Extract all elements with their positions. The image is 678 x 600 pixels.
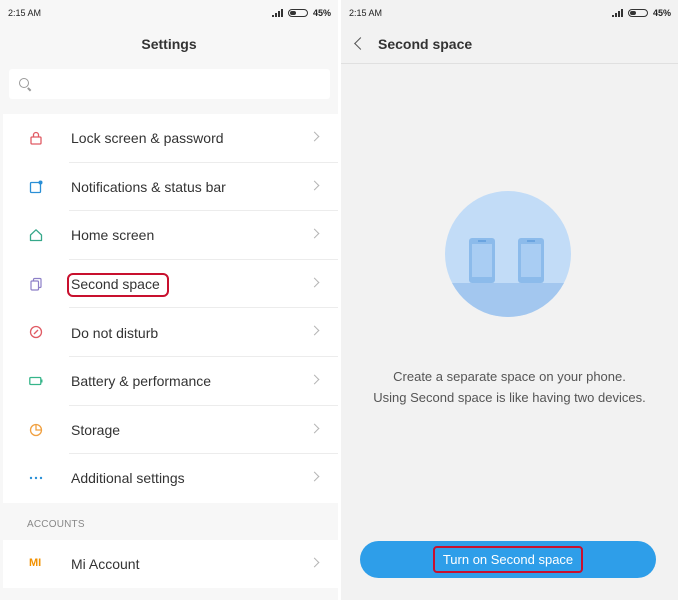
settings-item-label: Battery & performance: [71, 373, 212, 390]
description-line: Using Second space is like having two de…: [373, 390, 646, 405]
battery-icon: [29, 376, 43, 386]
second-space-icon: [30, 277, 42, 291]
turn-on-second-space-button[interactable]: Turn on Second space: [360, 541, 656, 578]
page-title: Second space: [378, 36, 473, 52]
description-line: Create a separate space on your phone.: [393, 369, 626, 384]
phone-icon: [518, 238, 544, 283]
phone-icon: [469, 238, 495, 283]
status-time: 2:15 AM: [8, 8, 42, 18]
more-icon: [29, 476, 43, 480]
settings-item-label: Home screen: [71, 227, 155, 244]
button-label: Turn on Second space: [432, 546, 584, 573]
chevron-right-icon: [309, 374, 320, 385]
settings-item-label: Second space: [71, 276, 160, 293]
settings-item-label: Additional settings: [71, 470, 185, 487]
description: Create a separate space on your phone. U…: [341, 366, 678, 408]
section-header-accounts: ACCOUNTS: [27, 519, 85, 530]
lock-icon: [30, 131, 42, 145]
settings-item-additional[interactable]: Additional settings: [3, 454, 338, 503]
mi-logo-icon: MI: [29, 557, 42, 569]
settings-item-lock-screen[interactable]: Lock screen & password: [3, 114, 338, 163]
storage-icon: [29, 423, 43, 436]
settings-item-label: Storage: [71, 421, 121, 438]
settings-item-mi-account[interactable]: MI Mi Account: [3, 540, 338, 588]
chevron-right-icon: [309, 325, 320, 336]
signal-icon: [271, 9, 283, 17]
battery-percentage: 45%: [312, 8, 331, 18]
chevron-right-icon: [309, 423, 320, 434]
settings-item-label: Notifications & status bar: [71, 178, 226, 195]
page-title: Settings: [141, 36, 197, 52]
chevron-right-icon: [309, 180, 320, 191]
settings-screen: 2:15 AM 45% Settings Lock screen & passw…: [0, 0, 338, 600]
battery-percentage: 45%: [652, 8, 671, 18]
settings-item-do-not-disturb[interactable]: Do not disturb: [3, 308, 338, 357]
notification-icon: [29, 180, 43, 193]
chevron-right-icon: [309, 277, 320, 288]
settings-item-notifications[interactable]: Notifications & status bar: [3, 163, 338, 212]
settings-item-battery[interactable]: Battery & performance: [3, 357, 338, 406]
battery-status-icon: [627, 9, 648, 17]
chevron-right-icon: [309, 228, 320, 239]
status-time: 2:15 AM: [349, 8, 383, 18]
settings-item-home-screen[interactable]: Home screen: [3, 211, 338, 260]
settings-item-label: Do not disturb: [71, 324, 159, 341]
chevron-right-icon: [309, 131, 320, 142]
status-bar: 2:15 AM 45%: [0, 0, 338, 26]
chevron-right-icon: [309, 471, 320, 482]
search-icon: [19, 78, 29, 88]
status-bar: 2:15 AM 45%: [341, 0, 678, 26]
settings-item-storage[interactable]: Storage: [3, 406, 338, 455]
settings-item-label: Mi Account: [71, 556, 140, 572]
battery-status-icon: [287, 9, 308, 17]
signal-icon: [611, 9, 623, 17]
second-space-screen: 2:15 AM 45% Second space Create a separa…: [341, 0, 678, 600]
header: Second space: [341, 26, 678, 62]
chevron-right-icon: [309, 557, 320, 568]
settings-list: Lock screen & password Notifications & s…: [3, 114, 338, 503]
two-phones-illustration: [445, 191, 571, 317]
settings-item-label: Lock screen & password: [71, 130, 224, 147]
search-input[interactable]: [9, 69, 330, 99]
home-icon: [29, 229, 43, 242]
do-not-disturb-icon: [29, 326, 43, 339]
settings-item-second-space[interactable]: Second space: [3, 260, 338, 309]
back-arrow-icon[interactable]: [354, 37, 367, 50]
